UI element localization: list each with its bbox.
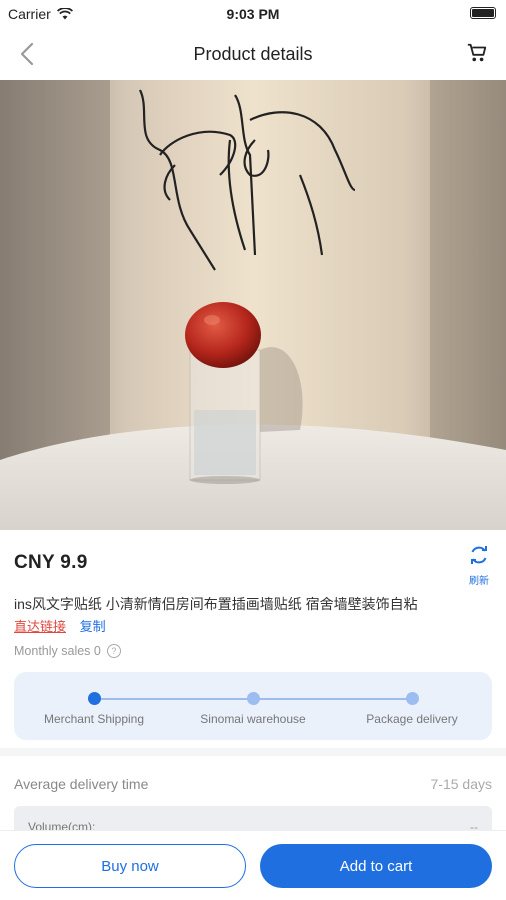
copy-button[interactable]: 复制 bbox=[80, 619, 106, 634]
refresh-button[interactable]: 刷新 bbox=[466, 544, 492, 587]
product-image[interactable] bbox=[0, 80, 506, 530]
help-icon[interactable]: ? bbox=[106, 644, 121, 658]
product-photo bbox=[0, 80, 506, 530]
direct-link[interactable]: 直达链接 bbox=[14, 619, 66, 634]
shipping-steps: Merchant Shipping Sinomai warehouse Pack… bbox=[14, 672, 492, 740]
step-dot-merchant bbox=[88, 692, 101, 705]
back-arrow-icon[interactable] bbox=[16, 40, 40, 68]
status-bar: Carrier 9:03 PM bbox=[0, 0, 506, 28]
battery-icon bbox=[470, 7, 496, 19]
refresh-icon bbox=[471, 546, 487, 564]
bottom-action-bar: Buy now Add to cart bbox=[0, 830, 506, 900]
monthly-sales-label: Monthly sales 0 bbox=[14, 644, 101, 658]
delivery-section: Average delivery time 7-15 days Volume(c… bbox=[0, 756, 506, 846]
monthly-sales: Monthly sales 0 ? bbox=[14, 644, 121, 658]
clock: 9:03 PM bbox=[226, 6, 280, 22]
step-label: Package delivery bbox=[366, 712, 458, 726]
step-dot-warehouse bbox=[247, 692, 260, 705]
nav-bar: Product details bbox=[0, 28, 506, 80]
delivery-time-label: Average delivery time bbox=[14, 776, 149, 792]
buy-now-button[interactable]: Buy now bbox=[14, 844, 246, 888]
add-to-cart-button[interactable]: Add to cart bbox=[260, 844, 492, 888]
delivery-time-value: 7-15 days bbox=[430, 776, 492, 792]
page-title: Product details bbox=[193, 43, 313, 64]
product-title: ins风文字贴纸 小清新情侣房间布置插画墙贴纸 宿舍墙壁装饰自粘 bbox=[14, 596, 418, 612]
step-dot-delivery bbox=[406, 692, 419, 705]
link-row: 直达链接 复制 bbox=[14, 616, 106, 635]
cart-icon[interactable] bbox=[466, 42, 488, 64]
product-info: CNY 9.9 刷新 ins风文字贴纸 小清新情侣房间布置插画墙贴纸 宿舍墙壁装… bbox=[0, 530, 506, 748]
refresh-label: 刷新 bbox=[469, 576, 489, 587]
step-label: Sinomai warehouse bbox=[200, 712, 306, 726]
step-label: Merchant Shipping bbox=[43, 712, 145, 726]
product-price: CNY 9.9 bbox=[14, 552, 88, 573]
